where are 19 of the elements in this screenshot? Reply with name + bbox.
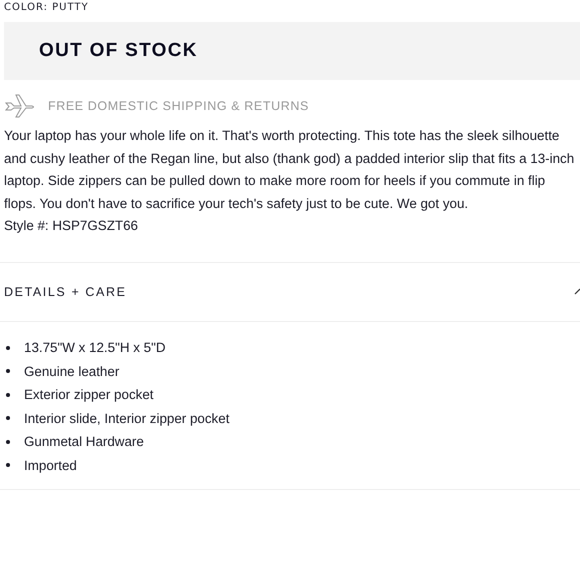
detail-item: Exterior zipper pocket [24, 387, 154, 402]
bullet-icon [6, 346, 10, 350]
color-label: COLOR: PUTTY [4, 2, 90, 14]
bullet-icon [6, 463, 10, 468]
detail-item: 13.75"W x 12.5"H x 5"D [24, 340, 166, 356]
product-description: Your laptop has your whole life on it. That's worth protecting. This tote has the sleek silhouette and cushy leather of the Regan line, but also (thank god) a padded interior slip that fits a 13-inch laptop. Side zippers can be pulled down to make more room for heels if you commute in flip flops. You don't have to sacrifice your tech's safety just to be cute. We got you. [4, 127, 576, 213]
shipping-label: FREE DOMESTIC SHIPPING & RETURNS [48, 99, 309, 113]
style-number: Style #: HSP7GSZT66 [4, 217, 139, 235]
bullet-icon [6, 392, 10, 397]
bullet-icon [6, 440, 10, 444]
airplane-icon [4, 93, 36, 119]
bullet-icon [6, 369, 10, 374]
detail-item: Gunmetal Hardware [24, 434, 144, 450]
detail-item: Interior slide, Interior zipper pocket [24, 410, 230, 426]
detail-item: Genuine leather [24, 364, 120, 379]
detail-item: Imported [24, 458, 77, 473]
chevron-icon [574, 288, 580, 296]
bullet-icon [6, 416, 10, 420]
details-care-header[interactable]: DETAILS + CARE [4, 263, 580, 321]
